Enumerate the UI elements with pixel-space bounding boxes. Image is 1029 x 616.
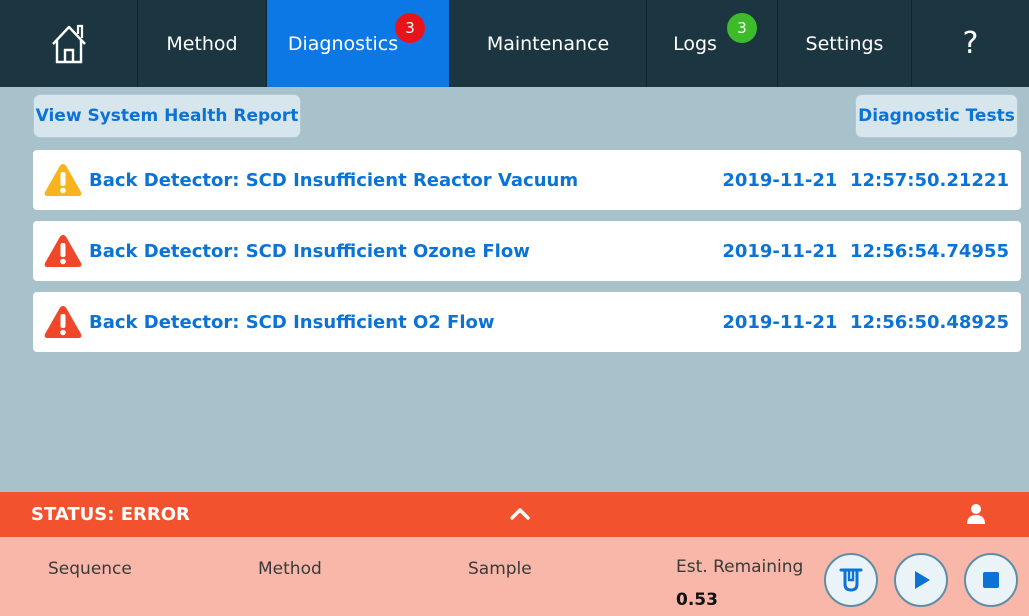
tab-logs-label: Logs [673,32,717,55]
diagnostics-badge: 3 [395,13,425,43]
alert-row[interactable]: Back Detector: SCD Insufficient O2 Flow … [33,292,1021,352]
est-remaining-label: Est. Remaining [676,557,804,577]
diagnostic-tests-button[interactable]: Diagnostic Tests [855,94,1018,138]
warning-icon [44,164,82,196]
alert-timestamp: 2019-11-21 12:57:50.21221 [722,169,1009,191]
user-icon[interactable] [966,503,986,525]
vial-icon [839,568,863,592]
top-navigation: Method Diagnostics 3 Maintenance Logs 3 … [0,0,1029,87]
home-button[interactable] [0,0,138,87]
alert-timestamp: 2019-11-21 12:56:54.74955 [722,240,1009,262]
tab-diagnostics[interactable]: Diagnostics 3 [267,0,450,87]
sequence-label: Sequence [48,559,132,579]
alert-timestamp: 2019-11-21 12:56:50.48925 [722,311,1009,333]
error-icon [44,306,82,338]
help-button[interactable]: ? [912,0,1029,87]
alert-row[interactable]: Back Detector: SCD Insufficient Reactor … [33,150,1021,210]
alert-message: Back Detector: SCD Insufficient Ozone Fl… [89,240,530,262]
tab-settings-label: Settings [805,32,884,55]
home-icon [51,24,86,63]
status-text: STATUS: ERROR [31,504,190,525]
tab-maintenance[interactable]: Maintenance [450,0,647,87]
start-button[interactable] [894,553,948,607]
error-icon [44,235,82,267]
alert-row[interactable]: Back Detector: SCD Insufficient Ozone Fl… [33,221,1021,281]
est-remaining-value: 0.53 [676,590,718,610]
tab-settings[interactable]: Settings [778,0,912,87]
tab-diagnostics-label: Diagnostics [287,32,399,55]
help-icon: ? [962,26,979,61]
chevron-up-icon[interactable] [509,504,531,522]
status-bar: STATUS: ERROR [0,492,1029,537]
method-label: Method [258,559,322,579]
view-system-health-report-button[interactable]: View System Health Report [33,94,301,138]
vial-button[interactable] [824,553,878,607]
tab-maintenance-label: Maintenance [486,32,610,55]
alert-message: Back Detector: SCD Insufficient O2 Flow [89,311,495,333]
alert-message: Back Detector: SCD Insufficient Reactor … [89,169,579,191]
tab-method-label: Method [166,32,238,55]
diagnostic-tests-label: Diagnostic Tests [858,106,1015,126]
stop-icon [983,572,999,588]
tab-logs[interactable]: Logs 3 [647,0,778,87]
tab-method[interactable]: Method [138,0,267,87]
logs-badge: 3 [727,13,757,43]
sample-label: Sample [468,559,532,579]
play-icon [915,571,930,589]
run-status-panel: Sequence Method Sample Est. Remaining 0.… [0,537,1029,616]
stop-button[interactable] [964,553,1018,607]
view-report-label: View System Health Report [35,106,299,126]
